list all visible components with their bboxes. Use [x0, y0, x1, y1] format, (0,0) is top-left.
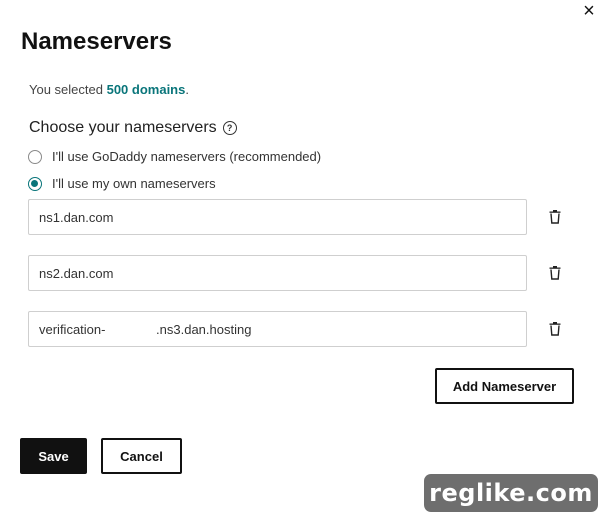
radio-godaddy[interactable] — [28, 149, 42, 164]
cancel-button[interactable]: Cancel — [101, 438, 182, 474]
radio-option-own[interactable]: I'll use my own nameservers — [28, 176, 216, 191]
add-nameserver-button[interactable]: Add Nameserver — [435, 368, 574, 404]
nameserver-input-2[interactable] — [28, 255, 527, 291]
watermark-logo: reglike.com — [424, 474, 598, 512]
radio-own-label: I'll use my own nameservers — [52, 176, 216, 191]
selected-domains-link[interactable]: 500 domains — [107, 82, 186, 97]
choose-nameservers-heading: Choose your nameservers ? — [29, 119, 237, 137]
radio-option-godaddy[interactable]: I'll use GoDaddy nameservers (recommende… — [28, 149, 321, 164]
nameserver-input-1[interactable] — [28, 199, 527, 235]
help-icon[interactable]: ? — [222, 121, 237, 135]
radio-godaddy-label: I'll use GoDaddy nameservers (recommende… — [52, 149, 322, 164]
choose-nameservers-label: Choose your nameservers — [29, 119, 217, 136]
nameservers-dialog: × Nameservers You selected 500 domains. … — [0, 0, 600, 515]
delete-nameserver-3-trash-icon[interactable] — [549, 322, 561, 336]
nameserver-input-3[interactable] — [28, 311, 527, 347]
selection-suffix: . — [185, 82, 189, 97]
radio-own[interactable] — [28, 176, 42, 191]
dialog-title: Nameservers — [21, 28, 172, 55]
delete-nameserver-2-trash-icon[interactable] — [549, 266, 561, 280]
selection-prefix: You selected — [29, 82, 107, 97]
save-button[interactable]: Save — [20, 438, 87, 474]
close-icon[interactable]: × — [580, 1, 598, 21]
delete-nameserver-1-trash-icon[interactable] — [549, 210, 561, 224]
selection-summary: You selected 500 domains. — [29, 82, 189, 97]
